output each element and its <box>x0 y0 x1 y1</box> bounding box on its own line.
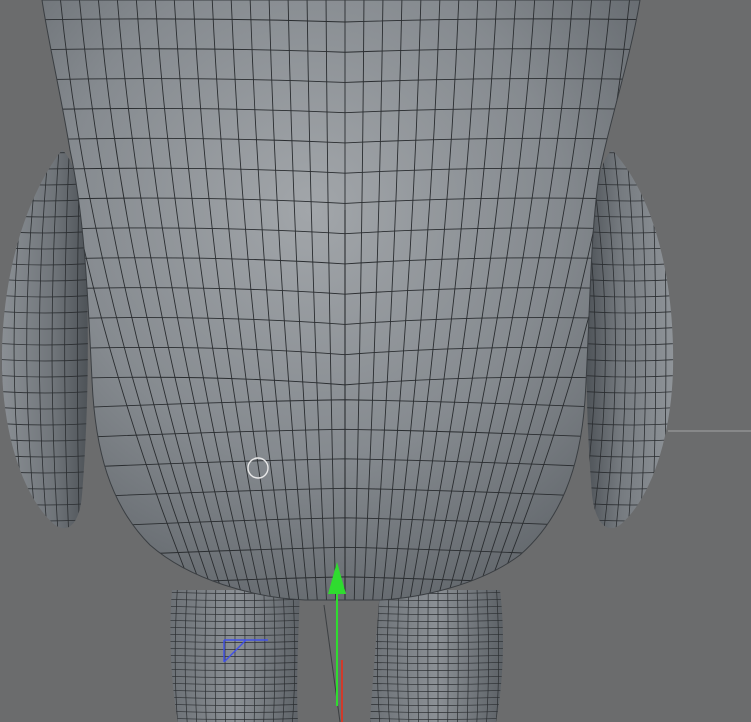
body-mesh[interactable] <box>20 0 670 610</box>
right-leg-mesh[interactable] <box>360 585 516 722</box>
viewport-canvas[interactable] <box>0 0 751 722</box>
left-leg-mesh[interactable] <box>158 585 312 722</box>
3d-viewport[interactable]: Perspective Viewport <box>0 0 751 722</box>
